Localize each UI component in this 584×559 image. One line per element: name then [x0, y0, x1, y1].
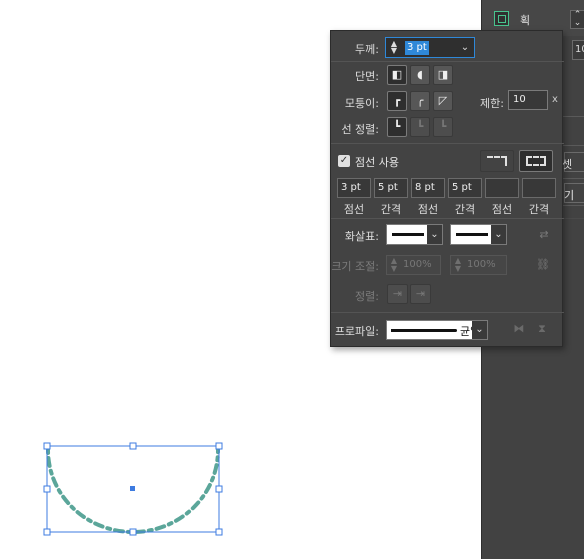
sidebar-item-a-label[interactable]: 셋: [562, 156, 572, 172]
panel-divider: [331, 218, 564, 219]
gap-field-3[interactable]: [522, 178, 556, 198]
panel-divider: [331, 61, 564, 62]
round-join-button[interactable]: ╭: [410, 91, 430, 111]
dash-label-2: 점선: [417, 203, 439, 216]
align-center-button[interactable]: ┗: [387, 117, 407, 137]
stroke-swatch-icon[interactable]: [494, 11, 509, 26]
gap-field-2[interactable]: 5 pt: [448, 178, 482, 198]
chevron-down-icon[interactable]: ⌄: [427, 225, 442, 244]
sidebar-value-field[interactable]: 10: [572, 40, 584, 60]
gap-label-3: 간격: [528, 203, 550, 216]
end-arrowhead-select[interactable]: ⌄: [450, 224, 507, 245]
weight-field[interactable]: ▲ ▼ 3 pt ⌄: [385, 37, 475, 58]
arrow-tip-at-end-button[interactable]: ⇥: [410, 284, 431, 304]
limit-label: 제한:: [480, 97, 504, 110]
dash-field-1[interactable]: 3 pt: [337, 178, 371, 198]
flip-along-icon[interactable]: ⧓: [511, 321, 527, 337]
arrow-align-label: 정렬:: [355, 290, 379, 303]
scale-label: 크기 조절:: [331, 260, 379, 273]
dash-label-1: 점선: [343, 203, 365, 216]
dashed-line-label[interactable]: 점선 사용: [355, 154, 399, 170]
preserve-dash-lengths-button[interactable]: [480, 150, 514, 172]
cap-label: 단면:: [355, 70, 379, 83]
chevron-down-icon[interactable]: ⌄: [491, 225, 506, 244]
gap-field-1[interactable]: 5 pt: [374, 178, 408, 198]
start-scale-value[interactable]: 100%: [403, 256, 432, 274]
weight-label: 두께:: [355, 43, 379, 56]
weight-value[interactable]: 3 pt: [405, 41, 429, 55]
panel-divider: [331, 143, 564, 144]
chevron-down-icon[interactable]: ⌄: [472, 321, 487, 339]
swap-arrowheads-icon[interactable]: ⇄: [536, 227, 552, 243]
miter-join-button[interactable]: ┏: [387, 91, 407, 111]
limit-field[interactable]: 10: [508, 90, 548, 110]
profile-select[interactable]: 균일 ⌄: [386, 320, 488, 340]
panel-divider: [331, 312, 564, 313]
align-stroke-label: 선 정렬:: [341, 123, 379, 136]
profile-label: 프로파일:: [334, 325, 379, 338]
dash-field-3[interactable]: [485, 178, 519, 198]
sidebar-item-b-label[interactable]: 기: [564, 187, 574, 203]
limit-unit: x: [552, 94, 558, 105]
selection-center-point: [130, 486, 135, 491]
corner-label: 모퉁이:: [344, 97, 379, 110]
dashed-line-checkbox[interactable]: ✓: [338, 155, 350, 167]
round-cap-button[interactable]: ◖: [410, 65, 430, 85]
end-scale-value[interactable]: 100%: [467, 256, 496, 274]
bevel-join-button[interactable]: ◸: [433, 91, 453, 111]
stroke-stepper[interactable]: ⌃ ⌄: [570, 10, 584, 29]
arrowheads-label: 화살표:: [344, 230, 379, 243]
align-outside-button[interactable]: ┗: [433, 117, 453, 137]
start-scale-field[interactable]: ▲ ▼ 100%: [386, 255, 441, 275]
stroke-panel: 두께: ▲ ▼ 3 pt ⌄ 단면: ◧ ◖ ◨ 모퉁이: ┏ ╭ ◸ 제한: 1…: [330, 30, 564, 347]
projecting-cap-button[interactable]: ◨: [433, 65, 453, 85]
chevron-down-icon[interactable]: ⌄: [458, 40, 472, 55]
stroke-tab-label[interactable]: 획: [520, 12, 530, 28]
align-inside-button[interactable]: ┗: [410, 117, 430, 137]
dash-label-3: 점선: [491, 203, 513, 216]
weight-stepper-icon[interactable]: ▲ ▼: [388, 40, 400, 55]
align-dashes-to-corners-button[interactable]: [519, 150, 553, 172]
link-scale-icon[interactable]: ⛓: [535, 257, 551, 273]
flip-across-icon[interactable]: ⧗: [534, 321, 550, 337]
end-scale-field[interactable]: ▲ ▼ 100%: [450, 255, 507, 275]
arrow-tip-beyond-end-button[interactable]: ⇥: [387, 284, 408, 304]
butt-cap-button[interactable]: ◧: [387, 65, 407, 85]
gap-label-1: 간격: [380, 203, 402, 216]
dash-field-2[interactable]: 8 pt: [411, 178, 445, 198]
start-arrowhead-select[interactable]: ⌄: [386, 224, 443, 245]
gap-label-2: 간격: [454, 203, 476, 216]
